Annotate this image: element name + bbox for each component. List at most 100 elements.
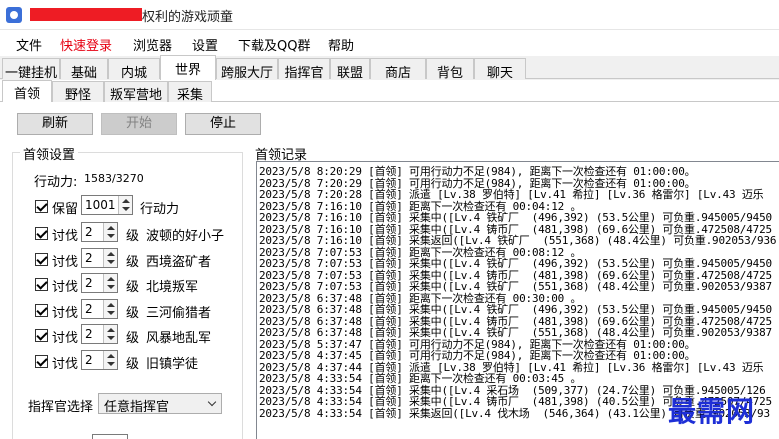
arrow-down-icon[interactable]: [122, 207, 130, 211]
log-line: 2023/5/8 6:37:48 [首领] 采集中([Lv.4 铁矿厂 (551…: [259, 326, 772, 339]
partial-stepper[interactable]: [92, 434, 128, 439]
crusade-checkbox[interactable]: [35, 329, 48, 343]
commander-label: 指挥官选择: [28, 400, 94, 415]
log-line: 2023/5/8 7:16:10 [首领] 采集中([Lv.4 铁矿厂 (496…: [259, 211, 772, 224]
subtab-monster[interactable]: 野怪: [52, 81, 104, 103]
arrow-up-icon[interactable]: [107, 251, 115, 256]
arrow-down-icon[interactable]: [107, 336, 115, 341]
title-bar: 权利的游戏顽童: [0, 0, 779, 30]
tab-alliance[interactable]: 联盟: [330, 58, 370, 81]
crusade-level-stepper[interactable]: 2: [81, 273, 118, 294]
stamina-label: 行动力:: [34, 175, 78, 190]
crusade-level-stepper[interactable]: 2: [81, 222, 118, 242]
arrow-down-icon[interactable]: [107, 310, 115, 315]
menu-settings[interactable]: 设置: [192, 35, 218, 54]
title-redaction: [30, 8, 142, 21]
tab-backpack[interactable]: 背包: [426, 58, 474, 81]
keep-stamina-stepper[interactable]: 1001: [81, 195, 133, 215]
log-line: 2023/5/8 7:07:53 [首领] 采集中([Lv.4 铁矿厂 (551…: [259, 280, 772, 293]
window-title: 权利的游戏顽童: [142, 10, 234, 25]
main-tabs: 一键挂机 基础 内城 世界 跨服大厅 指挥官 联盟 商店 背包 聊天: [0, 55, 779, 81]
arrow-down-icon[interactable]: [107, 234, 115, 238]
log-line: 2023/5/8 4:37:45 [首领] 可用行动力不足(984), 距离下一…: [259, 349, 696, 362]
crusade-label: 讨伐: [52, 357, 79, 372]
subtab-rebel-camp[interactable]: 叛军营地: [104, 81, 168, 103]
menu-file[interactable]: 文件: [16, 35, 42, 54]
crusade-label: 讨伐: [52, 254, 79, 270]
keep-stamina-value: 1001: [85, 198, 116, 212]
crusade-level-stepper[interactable]: 2: [81, 324, 118, 345]
stepper-arrows[interactable]: [103, 223, 117, 241]
crusade-label: 讨伐: [52, 331, 79, 347]
log-line: 2023/5/8 7:07:53 [首领] 采集中([Lv.4 铁矿厂 (496…: [259, 257, 772, 270]
log-line: 2023/5/8 7:20:28 [首领] 派遣 [Lv.38 罗伯特] [Lv…: [259, 188, 764, 201]
stepper-arrows[interactable]: [118, 196, 132, 214]
crusade-label: 讨伐: [52, 280, 79, 296]
crusade-level-stepper[interactable]: 2: [81, 298, 118, 319]
crusade-level-stepper[interactable]: 2: [81, 350, 118, 370]
arrow-up-icon[interactable]: [122, 199, 130, 203]
crusade-unit: 级: [126, 254, 140, 270]
arrow-up-icon[interactable]: [107, 354, 115, 358]
crusade-label: 讨伐: [52, 305, 79, 321]
menu-download-qq[interactable]: 下载及QQ群: [238, 35, 310, 54]
tab-world[interactable]: 世界: [160, 55, 216, 80]
commander-select[interactable]: 任意指挥官: [98, 393, 222, 415]
tab-chat[interactable]: 聊天: [474, 58, 526, 81]
boss-settings-title: 首领设置: [20, 144, 79, 163]
tab-one-click[interactable]: 一键挂机: [2, 58, 60, 81]
arrow-up-icon[interactable]: [107, 302, 115, 307]
stepper-arrows[interactable]: [103, 248, 117, 267]
arrow-up-icon[interactable]: [107, 277, 115, 282]
menu-browser[interactable]: 浏览器: [133, 35, 172, 54]
tab-shop[interactable]: 商店: [370, 58, 426, 81]
log-line: 2023/5/8 8:20:29 [首领] 可用行动力不足(984), 距离下一…: [259, 165, 696, 178]
commander-value: 任意指挥官: [104, 400, 170, 415]
tab-inner-city[interactable]: 内城: [108, 58, 160, 81]
tab-commander[interactable]: 指挥官: [278, 58, 330, 81]
crusade-label: 讨伐: [52, 229, 79, 244]
stamina-value: 1583/3270: [84, 172, 144, 185]
keep-label: 保留: [52, 202, 79, 217]
crusade-checkbox[interactable]: [35, 252, 48, 266]
crusade-unit: 级: [126, 229, 140, 244]
crusade-checkbox[interactable]: [35, 355, 48, 368]
crusade-level-stepper[interactable]: 2: [81, 247, 118, 268]
tab-cross-server[interactable]: 跨服大厅: [216, 58, 278, 81]
stop-button[interactable]: 停止: [185, 113, 261, 135]
subtab-gather[interactable]: 采集: [168, 81, 212, 103]
start-button[interactable]: 开始: [101, 113, 177, 135]
crusade-unit: 级: [126, 305, 140, 321]
crusade-target: 三河偷猎者: [146, 305, 212, 321]
crusade-target: 波顿的好小子: [146, 229, 225, 244]
crusade-checkbox[interactable]: [35, 303, 48, 317]
keep-checkbox[interactable]: [35, 200, 48, 213]
subtab-boss[interactable]: 首领: [2, 80, 52, 103]
refresh-button[interactable]: 刷新: [17, 113, 93, 135]
menu-quick-login[interactable]: 快速登录: [60, 35, 112, 54]
crusade-unit: 级: [126, 357, 140, 372]
stepper-arrows[interactable]: [103, 351, 117, 369]
arrow-up-icon[interactable]: [107, 226, 115, 230]
crusade-target: 西境盗矿者: [146, 254, 212, 270]
arrow-up-icon[interactable]: [107, 328, 115, 333]
stepper-arrows[interactable]: [103, 299, 117, 318]
arrow-down-icon[interactable]: [107, 259, 115, 264]
menu-help[interactable]: 帮助: [328, 35, 354, 54]
log-line: 2023/5/8 4:33:54 [首领] 距离下一次检查还有 00:03:45…: [259, 372, 582, 385]
crusade-unit: 级: [126, 280, 140, 296]
log-line: 2023/5/8 7:16:10 [首领] 采集返回([Lv.4 铁矿厂 (55…: [259, 234, 777, 247]
crusade-level-value: 2: [85, 250, 93, 265]
crusade-target: 旧镇学徒: [146, 357, 199, 372]
crusade-checkbox[interactable]: [35, 278, 48, 292]
stepper-arrows[interactable]: [103, 274, 117, 293]
menu-bar: 文件 快速登录 浏览器 设置 下载及QQ群 帮助: [0, 30, 779, 56]
crusade-level-value: 2: [85, 353, 93, 367]
app-icon: [6, 7, 22, 23]
crusade-checkbox[interactable]: [35, 227, 48, 240]
arrow-down-icon[interactable]: [107, 362, 115, 366]
crusade-level-value: 2: [85, 327, 93, 342]
tab-basic[interactable]: 基础: [60, 58, 108, 81]
arrow-down-icon[interactable]: [107, 285, 115, 290]
stepper-arrows[interactable]: [103, 325, 117, 344]
